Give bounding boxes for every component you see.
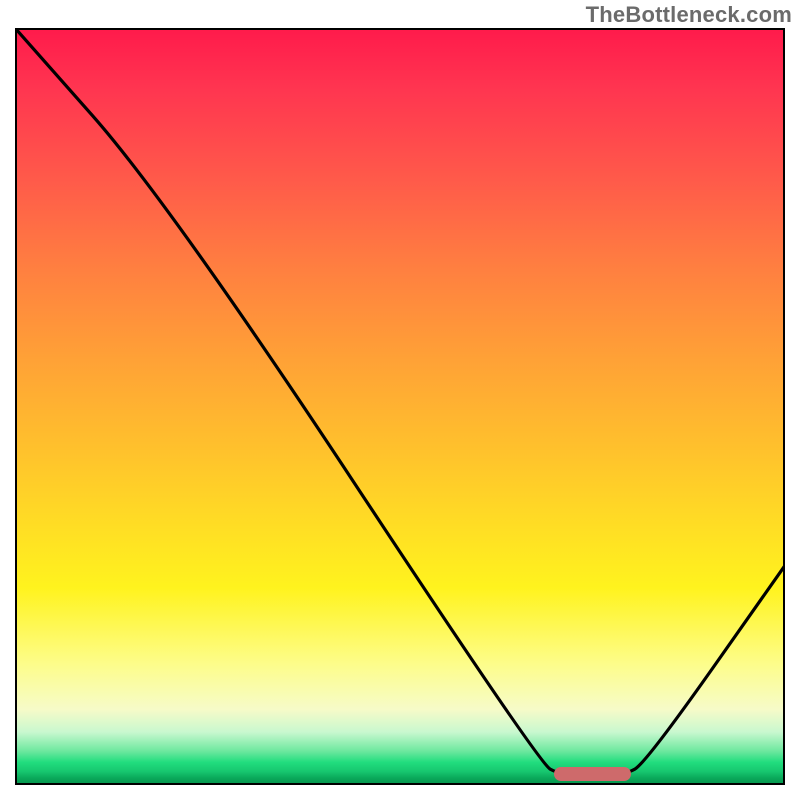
chart-frame: TheBottleneck.com [0,0,800,800]
curve-layer [15,28,785,785]
optimal-range-marker [554,767,631,781]
bottleneck-curve [15,28,785,776]
plot-area [15,28,785,785]
watermark-text: TheBottleneck.com [586,2,792,28]
